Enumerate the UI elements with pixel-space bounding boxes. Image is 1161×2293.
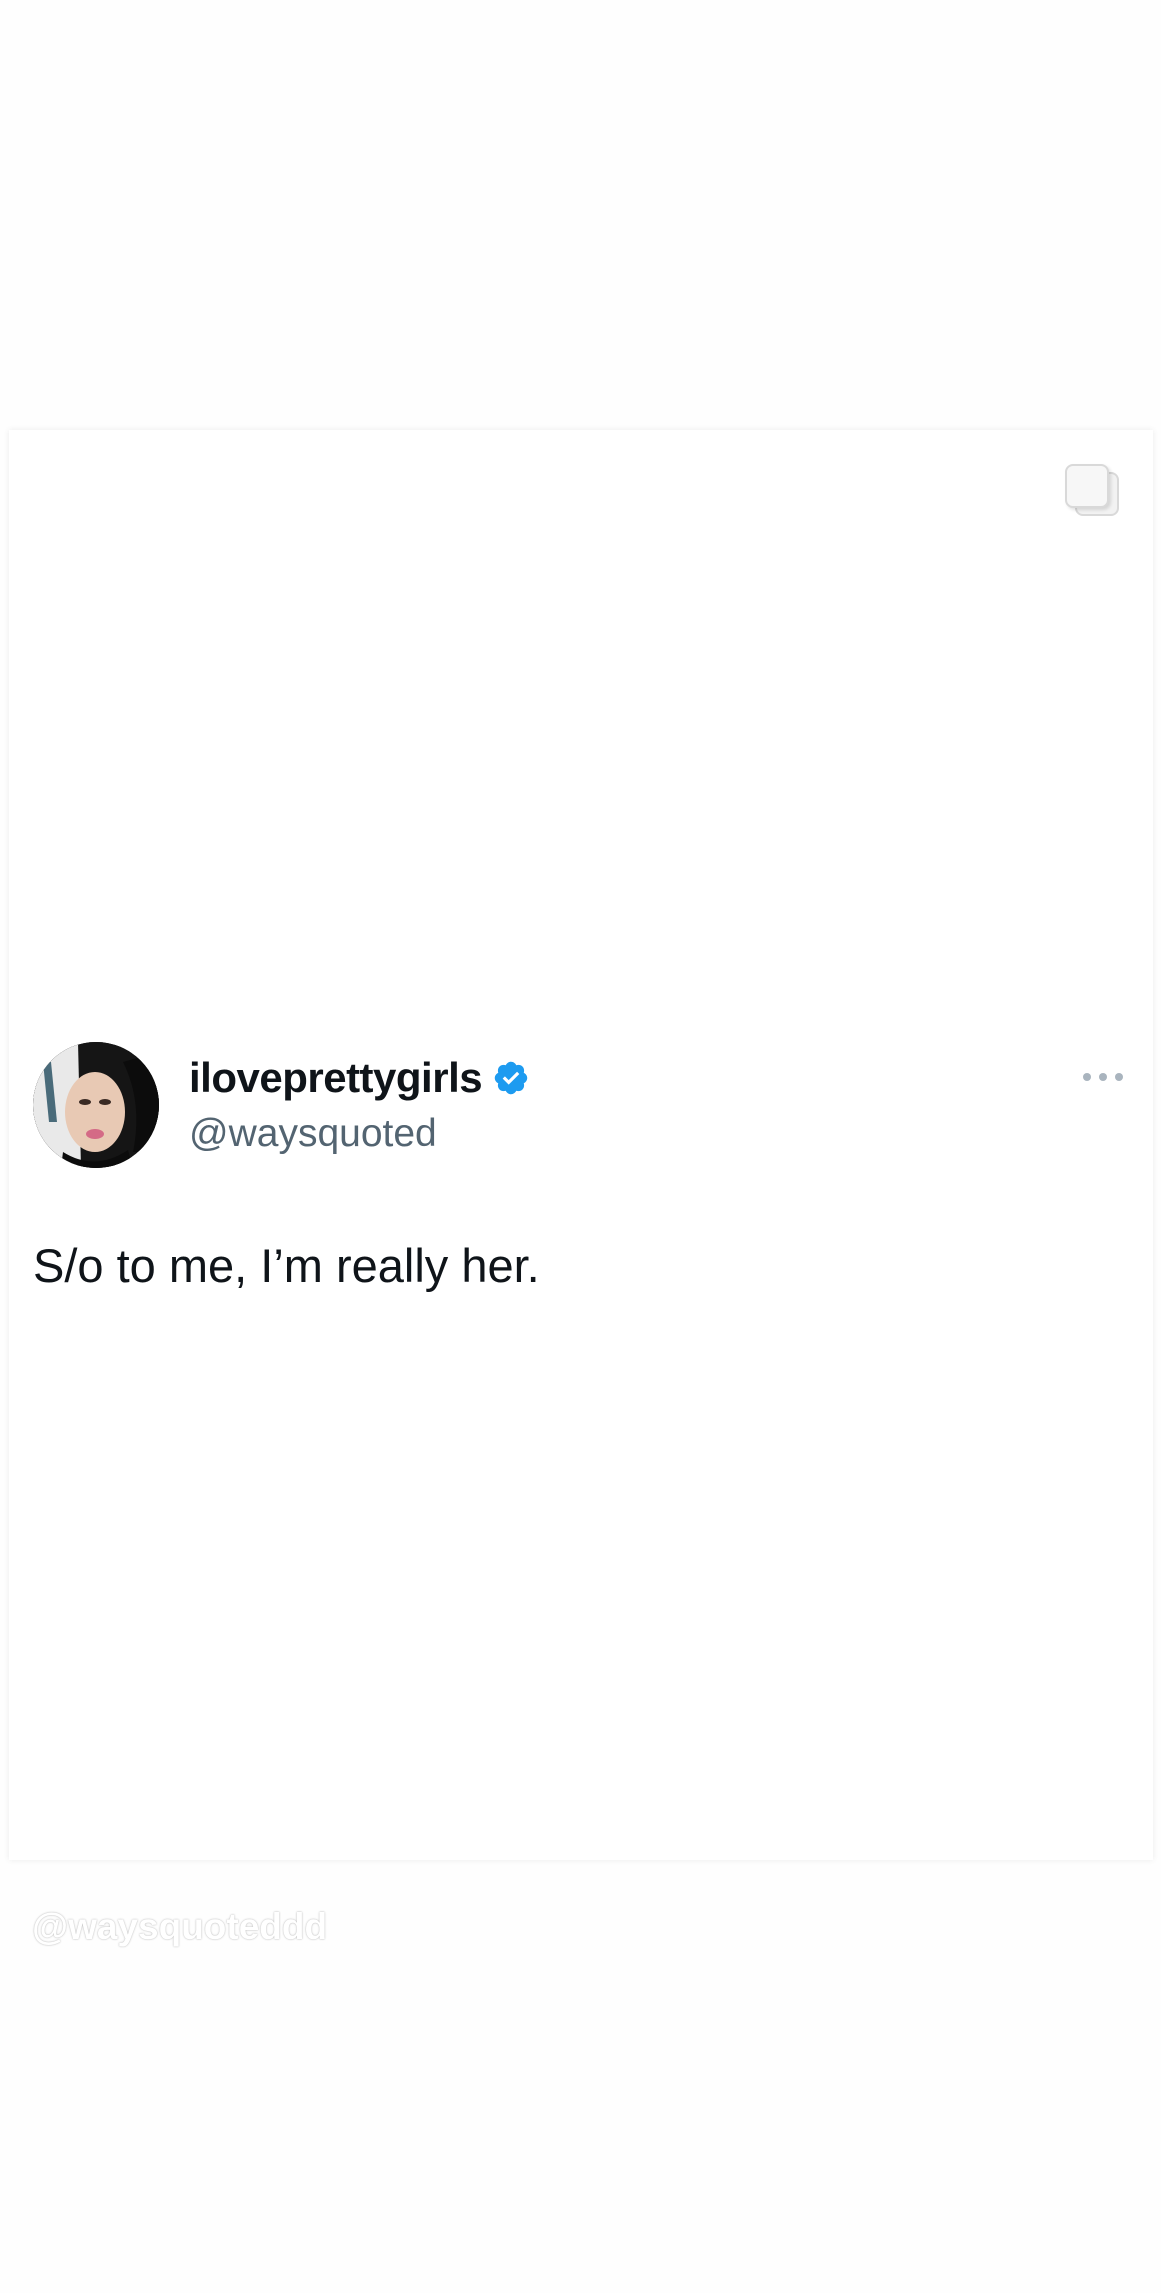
tweet-text: S/o to me, I’m really her. <box>33 1239 540 1292</box>
display-name-row: iloveprettygirls <box>189 1052 530 1104</box>
multiple-images-icon <box>1065 464 1119 516</box>
verified-badge-icon <box>494 1061 528 1095</box>
tweet-header: iloveprettygirls @waysquoted <box>33 1042 1123 1172</box>
avatar[interactable] <box>33 1042 159 1168</box>
display-name[interactable]: iloveprettygirls <box>189 1054 483 1102</box>
user-handle[interactable]: @waysquoted <box>189 1112 437 1156</box>
watermark: @waysquoteddd <box>32 1906 328 1947</box>
more-options-icon[interactable] <box>1083 1070 1123 1084</box>
post-card: iloveprettygirls @waysquoted S/o to me, … <box>9 430 1153 1860</box>
